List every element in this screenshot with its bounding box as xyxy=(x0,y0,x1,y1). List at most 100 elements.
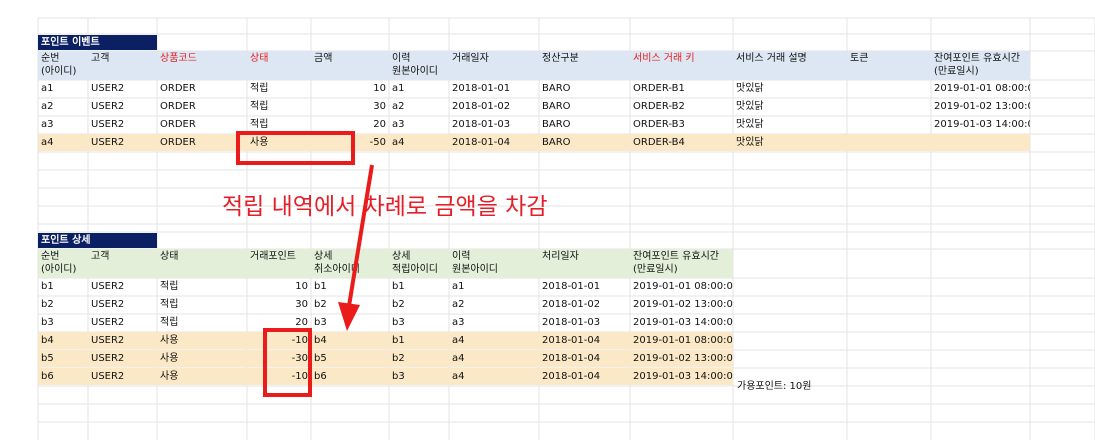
detail-table-cell[interactable]: USER2 xyxy=(88,314,157,332)
event-table-cell[interactable]: 10 xyxy=(311,80,389,98)
detail-table-cell[interactable]: b3 xyxy=(389,368,449,386)
event-table-cell[interactable]: BARO xyxy=(539,134,630,152)
detail-table-cell[interactable]: b3 xyxy=(38,314,88,332)
event-table-cell[interactable]: ORDER-B3 xyxy=(630,116,733,134)
event-table-cell[interactable]: ORDER xyxy=(157,134,247,152)
detail-table-cell[interactable]: USER2 xyxy=(88,296,157,314)
detail-table-cell[interactable]: 20 xyxy=(247,314,311,332)
detail-table-cell[interactable]: b4 xyxy=(311,332,389,350)
event-table-cell[interactable]: 맛있닭 xyxy=(733,134,847,152)
detail-table-cell[interactable]: b6 xyxy=(38,368,88,386)
detail-table-cell[interactable]: 2018-01-04 xyxy=(539,368,630,386)
event-table-cell[interactable]: 맛있닭 xyxy=(733,80,847,98)
detail-table-cell[interactable]: 2018-01-01 xyxy=(539,278,630,296)
event-table-cell[interactable]: a2 xyxy=(389,98,449,116)
event-table-cell[interactable]: ORDER xyxy=(157,98,247,116)
event-table-cell[interactable]: a2 xyxy=(38,98,88,116)
detail-table-cell[interactable]: b2 xyxy=(311,296,389,314)
detail-table-cell[interactable]: 2018-01-03 xyxy=(539,314,630,332)
event-table-cell[interactable]: USER2 xyxy=(88,80,157,98)
detail-table-cell[interactable]: USER2 xyxy=(88,278,157,296)
detail-table-cell[interactable]: a3 xyxy=(449,314,539,332)
event-table-cell[interactable]: a4 xyxy=(38,134,88,152)
detail-table-cell[interactable]: 2019-01-02 13:00:00 xyxy=(630,350,733,368)
detail-table-cell[interactable]: b6 xyxy=(311,368,389,386)
detail-table-cell[interactable]: 사용 xyxy=(157,368,247,386)
event-table-cell[interactable]: 맛있닭 xyxy=(733,116,847,134)
event-table-cell[interactable]: BARO xyxy=(539,80,630,98)
spreadsheet-grid[interactable]: 포인트 이벤트 순번 (아이디) 고객 상품코드 상태 금액 이력 원본아이디 거래일자 정산… xyxy=(0,0,1095,440)
event-table-cell[interactable]: 2019-01-02 13:00:00 xyxy=(931,98,1030,116)
detail-table-cell[interactable]: b4 xyxy=(38,332,88,350)
detail-table-cell[interactable]: 사용 xyxy=(157,350,247,368)
event-table-cell[interactable]: ORDER xyxy=(157,80,247,98)
detail-table-cell[interactable]: a4 xyxy=(449,368,539,386)
detail-table-cell[interactable]: a1 xyxy=(449,278,539,296)
detail-table-cell[interactable]: b3 xyxy=(389,314,449,332)
event-table-cell[interactable]: BARO xyxy=(539,116,630,134)
event-table-cell[interactable]: ORDER-B1 xyxy=(630,80,733,98)
detail-table-cell[interactable]: a4 xyxy=(449,332,539,350)
event-table-cell[interactable]: 적립 xyxy=(247,80,311,98)
event-table-cell[interactable] xyxy=(847,80,931,98)
event-table-cell[interactable] xyxy=(847,116,931,134)
detail-table-cell[interactable]: b2 xyxy=(389,350,449,368)
detail-table-cell[interactable]: -10 xyxy=(247,332,311,350)
event-table-cell[interactable]: USER2 xyxy=(88,134,157,152)
detail-table-cell[interactable]: 적립 xyxy=(157,314,247,332)
event-table-cell[interactable]: a3 xyxy=(389,116,449,134)
detail-table-cell[interactable]: 사용 xyxy=(157,332,247,350)
event-table-cell[interactable]: 2018-01-01 xyxy=(449,80,539,98)
detail-table-cell[interactable]: 2018-01-02 xyxy=(539,296,630,314)
detail-table-cell[interactable]: 2019-01-03 14:00:00 xyxy=(630,314,733,332)
event-table-cell[interactable]: a4 xyxy=(389,134,449,152)
detail-table-cell[interactable]: USER2 xyxy=(88,368,157,386)
event-table-cell[interactable] xyxy=(847,134,931,152)
event-table-cell[interactable]: USER2 xyxy=(88,98,157,116)
event-table-cell[interactable]: 2019-01-03 14:00:00 xyxy=(931,116,1030,134)
event-table-cell[interactable]: 2018-01-04 xyxy=(449,134,539,152)
detail-table-cell[interactable]: b1 xyxy=(311,278,389,296)
event-table-cell[interactable]: -50 xyxy=(311,134,389,152)
detail-table-cell[interactable]: 2018-01-04 xyxy=(539,350,630,368)
detail-table-cell[interactable]: -30 xyxy=(247,350,311,368)
detail-table-cell[interactable]: USER2 xyxy=(88,332,157,350)
event-table-cell[interactable]: a1 xyxy=(38,80,88,98)
event-table-cell[interactable]: 2018-01-03 xyxy=(449,116,539,134)
detail-table-cell[interactable]: 2019-01-01 08:00:00 xyxy=(630,332,733,350)
detail-table-cell[interactable]: b5 xyxy=(311,350,389,368)
event-table-cell[interactable] xyxy=(847,98,931,116)
detail-table-cell[interactable]: 30 xyxy=(247,296,311,314)
detail-table-cell[interactable]: b2 xyxy=(38,296,88,314)
detail-table-cell[interactable]: b5 xyxy=(38,350,88,368)
event-table-cell[interactable]: 20 xyxy=(311,116,389,134)
detail-table-cell[interactable]: 적립 xyxy=(157,296,247,314)
detail-table-cell[interactable]: 적립 xyxy=(157,278,247,296)
event-table-cell[interactable]: 맛있닭 xyxy=(733,98,847,116)
detail-table-cell[interactable]: 2018-01-04 xyxy=(539,332,630,350)
event-table-cell[interactable]: a1 xyxy=(389,80,449,98)
detail-table-cell[interactable]: -10 xyxy=(247,368,311,386)
event-table-cell[interactable]: BARO xyxy=(539,98,630,116)
event-table-cell[interactable]: 2019-01-01 08:00:00 xyxy=(931,80,1030,98)
detail-table-cell[interactable]: b1 xyxy=(38,278,88,296)
event-table-cell[interactable]: 2018-01-02 xyxy=(449,98,539,116)
detail-table-cell[interactable]: b1 xyxy=(389,278,449,296)
event-table-cell[interactable]: 적립 xyxy=(247,116,311,134)
event-table-cell[interactable]: ORDER xyxy=(157,116,247,134)
detail-table-cell[interactable]: b2 xyxy=(389,296,449,314)
event-table-cell[interactable]: USER2 xyxy=(88,116,157,134)
detail-table-cell[interactable]: 2019-01-02 13:00:00 xyxy=(630,296,733,314)
event-table-cell[interactable]: 30 xyxy=(311,98,389,116)
event-table-cell[interactable]: ORDER-B2 xyxy=(630,98,733,116)
detail-table-cell[interactable]: a2 xyxy=(449,296,539,314)
event-table-cell[interactable] xyxy=(931,134,1030,152)
detail-table-cell[interactable]: USER2 xyxy=(88,350,157,368)
event-table-cell[interactable]: ORDER-B4 xyxy=(630,134,733,152)
detail-table-cell[interactable]: 2019-01-01 08:00:00 xyxy=(630,278,733,296)
detail-table-cell[interactable]: b1 xyxy=(389,332,449,350)
detail-table-cell[interactable]: a4 xyxy=(449,350,539,368)
detail-table-cell[interactable]: b3 xyxy=(311,314,389,332)
event-table-cell[interactable]: a3 xyxy=(38,116,88,134)
event-table-cell[interactable]: 사용 xyxy=(247,134,311,152)
